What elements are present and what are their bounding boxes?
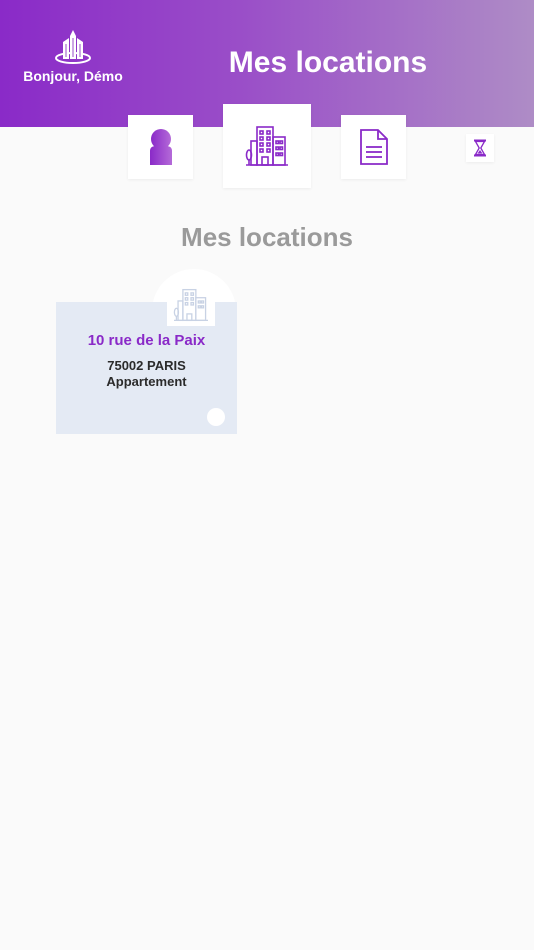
nav-profile-button[interactable]	[128, 115, 193, 179]
user-icon	[149, 129, 172, 165]
rental-city: 75002 PARIS	[107, 358, 186, 373]
hourglass-icon	[474, 139, 486, 157]
nav-pending-button[interactable]	[466, 134, 494, 162]
buildings-icon	[245, 126, 288, 166]
nav-documents-button[interactable]	[341, 115, 406, 179]
section-title: Mes locations	[181, 222, 353, 252]
document-icon	[359, 129, 388, 165]
rental-type: Appartement	[106, 374, 187, 389]
card-icon-box	[167, 284, 215, 326]
logo: Bonjour, Démo	[14, 26, 132, 84]
page-title: Mes locations	[228, 46, 428, 79]
building-logo-icon	[55, 30, 91, 64]
buildings-icon	[173, 288, 208, 322]
greeting-text: Bonjour, Démo	[23, 68, 123, 84]
nav-rentals-button[interactable]	[223, 104, 311, 188]
rental-address: 10 rue de la Paix	[87, 332, 206, 349]
rental-card-action-dot[interactable]	[207, 408, 225, 426]
